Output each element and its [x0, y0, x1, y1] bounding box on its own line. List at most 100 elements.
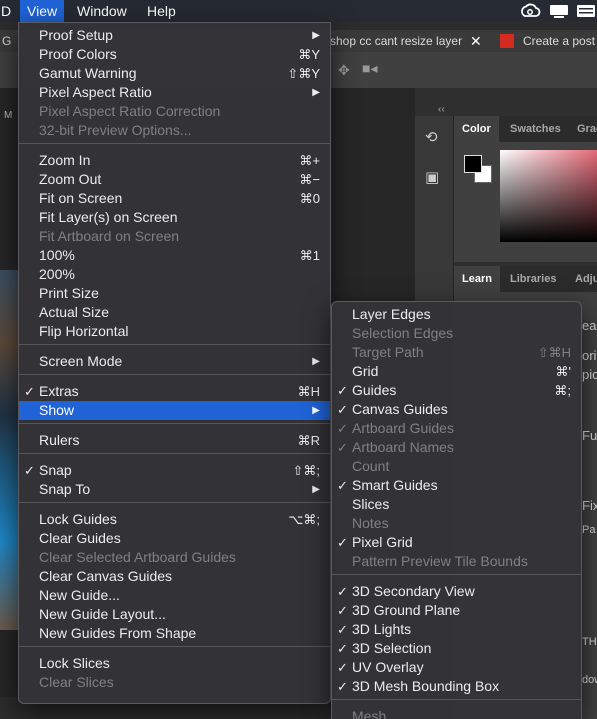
menu-item-3d-mesh-bounding-box[interactable]: ✓ 3D Mesh Bounding Box [332, 677, 581, 696]
checkmark-icon: ✓ [337, 603, 348, 618]
menu-item-zoom-out[interactable]: Zoom Out ⌘− [19, 170, 330, 189]
menu-item-3d-lights[interactable]: ✓ 3D Lights [332, 620, 581, 639]
menu-item-new-guides-from-shape[interactable]: New Guides From Shape [19, 624, 330, 643]
panel-text-fragment: Fu [582, 428, 597, 443]
menu-item-3d-secondary-view[interactable]: ✓ 3D Secondary View [332, 582, 581, 601]
menu-item-label: Pixel Grid [352, 534, 413, 550]
list-icon[interactable] [576, 3, 596, 19]
menu-item-gamut-warning[interactable]: Gamut Warning ⇧⌘Y [19, 64, 330, 83]
video-icon[interactable]: ■◂ [362, 60, 377, 77]
menubar-item-help[interactable]: Help [140, 0, 183, 22]
learn-panel-header: Learn Libraries Adju [454, 266, 597, 293]
menu-item-zoom-in[interactable]: Zoom In ⌘+ [19, 151, 330, 170]
screen-icon[interactable] [549, 3, 569, 19]
doc-fragment-m: M [4, 110, 13, 121]
browser-tab-create-post[interactable]: Create a post [523, 30, 595, 52]
menu-item-proof-colors[interactable]: Proof Colors ⌘Y [19, 45, 330, 64]
tab-adjustments[interactable]: Adju [575, 266, 597, 292]
menu-item-mesh: Mesh [332, 707, 581, 719]
tab-color[interactable]: Color [454, 116, 499, 142]
menu-item-grid[interactable]: Grid ⌘' [332, 362, 581, 381]
menu-item-label: UV Overlay [352, 659, 424, 675]
menu-item-fit-layer-s-on-screen[interactable]: Fit Layer(s) on Screen [19, 208, 330, 227]
menu-item-extras[interactable]: ✓ Extras ⌘H [19, 382, 330, 401]
close-icon[interactable]: ✕ [470, 30, 482, 52]
menubar-item-view[interactable]: View [20, 0, 65, 22]
menu-item-label: Zoom Out [39, 171, 102, 187]
color-picker-field[interactable] [500, 150, 597, 242]
menu-item-uv-overlay[interactable]: ✓ UV Overlay [332, 658, 581, 677]
menu-item-label: Lock Guides [39, 511, 117, 527]
menu-item-guides[interactable]: ✓ Guides ⌘; [332, 381, 581, 400]
menu-item-clear-guides[interactable]: Clear Guides [19, 529, 330, 548]
browser-tab-photoshop[interactable]: shop cc cant resize layer [330, 30, 462, 52]
panel-text-fragment: Pa [582, 524, 596, 536]
tab-gradients[interactable]: Grad [577, 116, 597, 142]
3d-icon[interactable]: ▣ [425, 168, 439, 186]
menu-item-label: 200% [39, 266, 75, 282]
menu-separator [19, 502, 330, 503]
menubar-item-partial[interactable]: D [0, 0, 18, 22]
menu-item-layer-edges[interactable]: Layer Edges [332, 305, 581, 324]
menu-item-label: Proof Colors [39, 46, 117, 62]
menu-item-label: Clear Slices [39, 674, 114, 690]
menu-item-fit-on-screen[interactable]: Fit on Screen ⌘0 [19, 189, 330, 208]
menu-item-proof-setup[interactable]: Proof Setup ▶ [19, 26, 330, 45]
menu-item-screen-mode[interactable]: Screen Mode ▶ [19, 352, 330, 371]
menu-item-3d-selection[interactable]: ✓ 3D Selection [332, 639, 581, 658]
menu-item-label: 100% [39, 247, 75, 263]
menu-separator [19, 646, 330, 647]
menu-item-clear-canvas-guides[interactable]: Clear Canvas Guides [19, 567, 330, 586]
tab-swatches[interactable]: Swatches [510, 116, 561, 142]
menu-item-rulers[interactable]: Rulers ⌘R [19, 431, 330, 450]
menu-item-pixel-aspect-ratio[interactable]: Pixel Aspect Ratio ▶ [19, 83, 330, 102]
menu-item-label: 3D Mesh Bounding Box [352, 678, 500, 694]
menu-item-label: Pattern Preview Tile Bounds [352, 553, 528, 569]
menu-item-slices[interactable]: Slices [332, 495, 581, 514]
tab-learn[interactable]: Learn [454, 266, 500, 292]
creative-cloud-icon[interactable] [519, 3, 541, 19]
submenu-arrow-icon: ▶ [312, 356, 320, 367]
submenu-arrow-icon: ▶ [312, 30, 320, 41]
history-icon[interactable]: ⟲ [425, 128, 438, 146]
menu-item-actual-size[interactable]: Actual Size [19, 303, 330, 322]
menu-separator [19, 453, 330, 454]
browser-tab-partial[interactable]: G [2, 30, 11, 52]
menu-item-new-guide[interactable]: New Guide... [19, 586, 330, 605]
move-icon[interactable]: ✥ [338, 62, 350, 79]
shortcut-label: ⌘0 [299, 191, 320, 206]
menu-item-32-bit-preview-options: 32-bit Preview Options... [19, 121, 330, 140]
checkmark-icon: ✓ [337, 383, 348, 398]
menu-item-notes: Notes [332, 514, 581, 533]
menu-item-show[interactable]: Show ▶ [19, 401, 330, 420]
menu-item-pixel-grid[interactable]: ✓ Pixel Grid [332, 533, 581, 552]
shortcut-label: ⌘− [299, 172, 320, 187]
submenu-arrow-icon: ▶ [312, 87, 320, 98]
menu-item-100[interactable]: 100% ⌘1 [19, 246, 330, 265]
menu-item-new-guide-layout[interactable]: New Guide Layout... [19, 605, 330, 624]
menu-item-clear-slices: Clear Slices [19, 673, 330, 692]
menu-item-smart-guides[interactable]: ✓ Smart Guides [332, 476, 581, 495]
menubar-item-window[interactable]: Window [70, 0, 134, 22]
checkmark-icon: ✓ [337, 679, 348, 694]
menu-item-snap-to[interactable]: Snap To ▶ [19, 480, 330, 499]
collapse-panels-icon[interactable]: ‹‹ [438, 104, 445, 115]
menu-item-canvas-guides[interactable]: ✓ Canvas Guides [332, 400, 581, 419]
menu-item-flip-horizontal[interactable]: Flip Horizontal [19, 322, 330, 341]
foreground-color-swatch[interactable] [464, 155, 482, 173]
menu-item-fit-artboard-on-screen: Fit Artboard on Screen [19, 227, 330, 246]
menu-item-label: New Guide... [39, 587, 120, 603]
menu-item-label: Canvas Guides [352, 401, 448, 417]
menu-item-label: Clear Guides [39, 530, 121, 546]
submenu-arrow-icon: ▶ [312, 405, 320, 416]
menu-item-print-size[interactable]: Print Size [19, 284, 330, 303]
menu-item-label: Artboard Guides [352, 420, 454, 436]
menu-item-200[interactable]: 200% [19, 265, 330, 284]
menu-item-3d-ground-plane[interactable]: ✓ 3D Ground Plane [332, 601, 581, 620]
menu-item-snap[interactable]: ✓ Snap ⇧⌘; [19, 461, 330, 480]
menu-item-label: Snap To [39, 481, 91, 497]
checkmark-icon: ✓ [337, 535, 348, 550]
menu-item-lock-slices[interactable]: Lock Slices [19, 654, 330, 673]
menu-item-lock-guides[interactable]: Lock Guides ⌥⌘; [19, 510, 330, 529]
tab-libraries[interactable]: Libraries [510, 266, 556, 292]
